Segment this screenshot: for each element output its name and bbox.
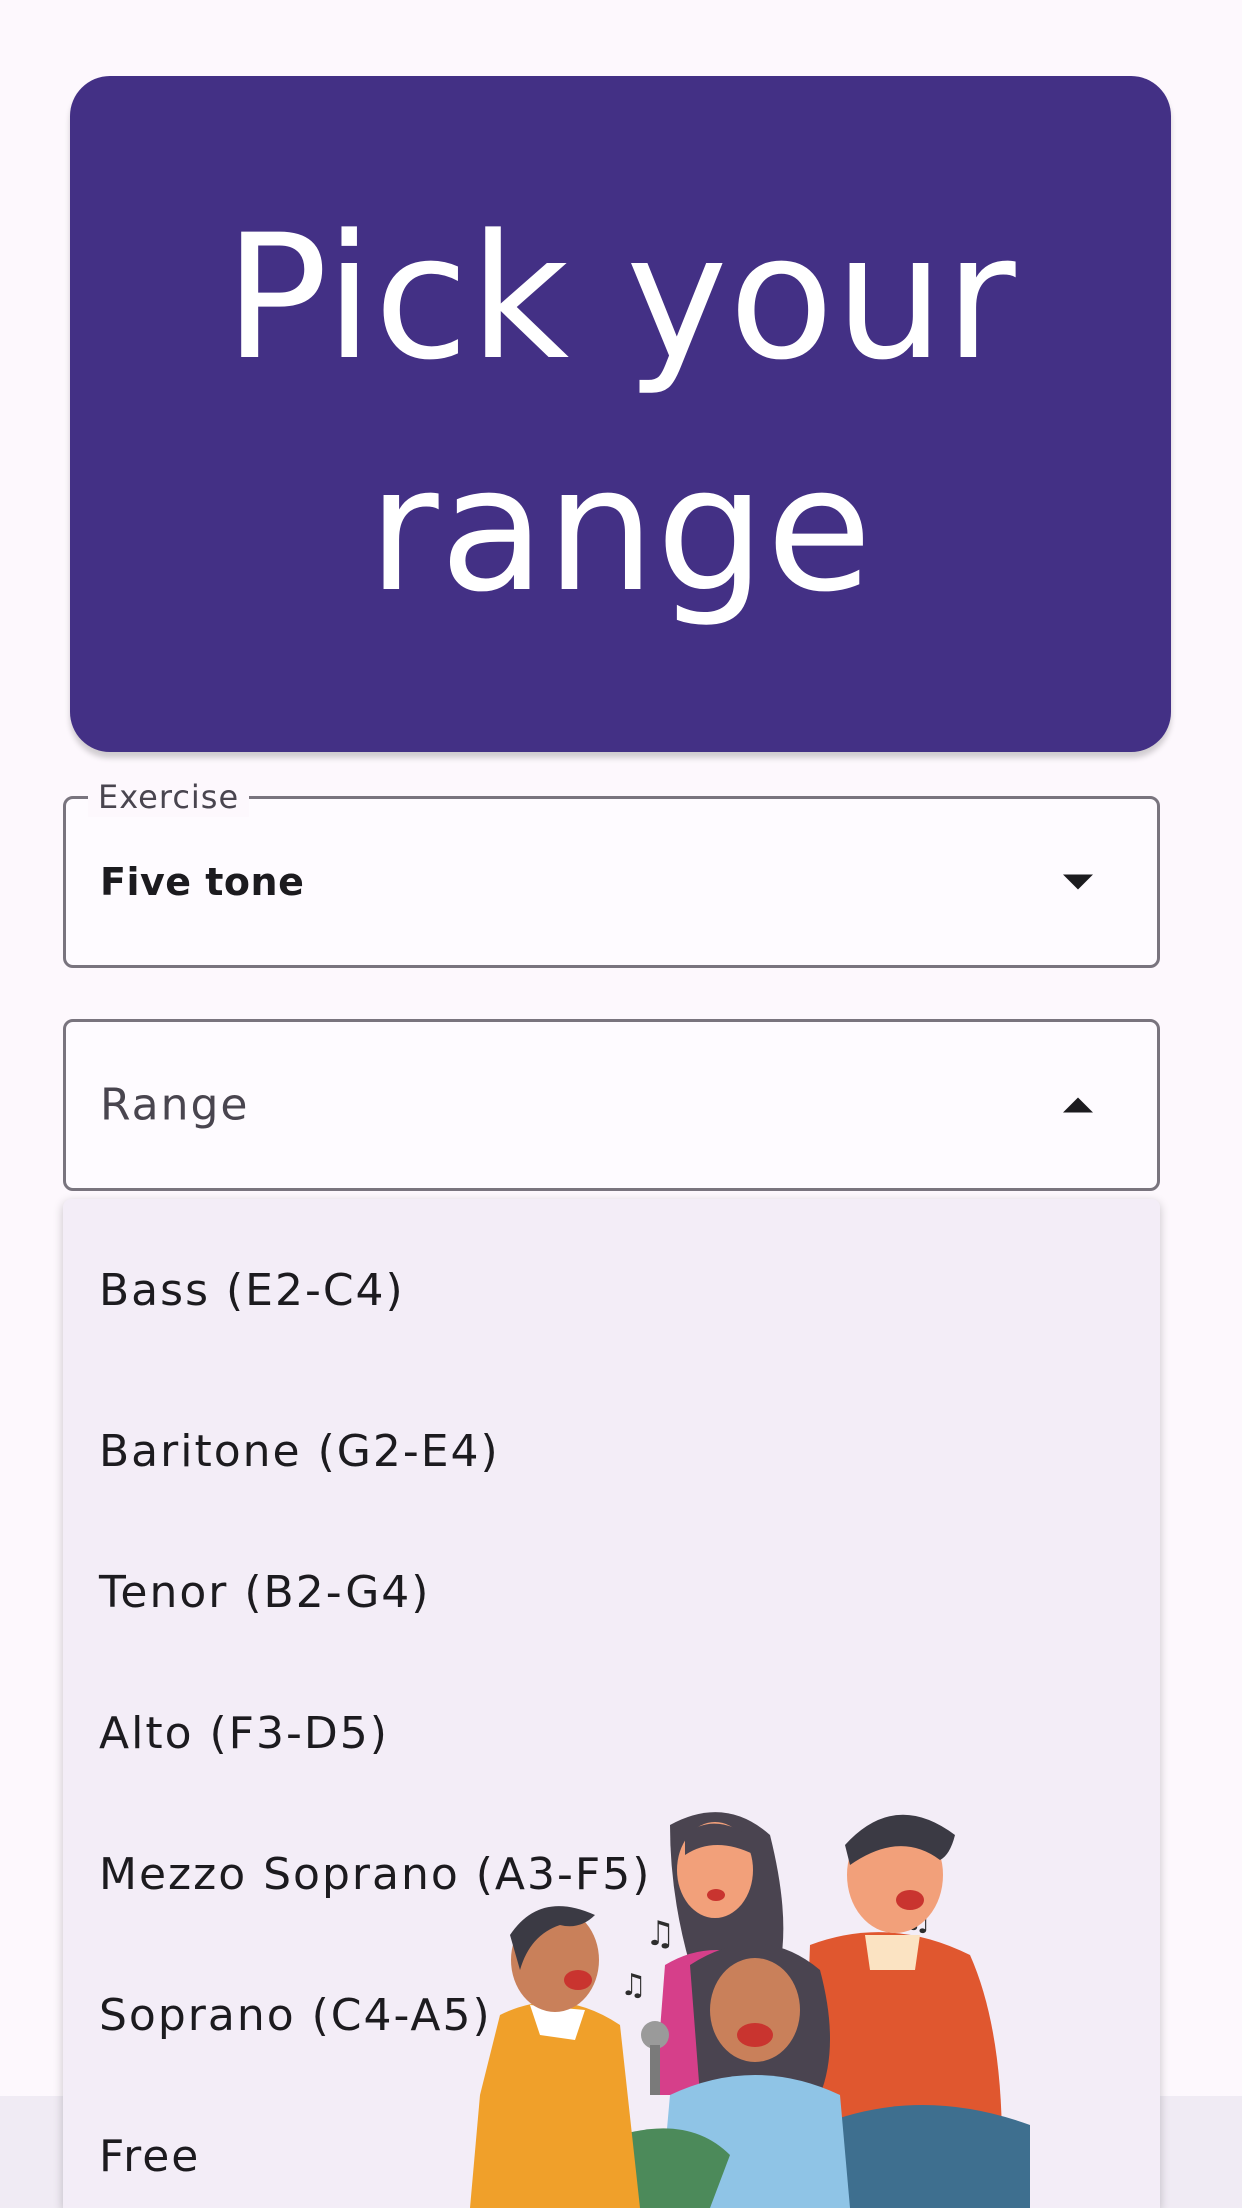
range-placeholder: Range: [100, 1079, 250, 1131]
menu-item-alto[interactable]: Alto (F3-D5): [63, 1663, 1160, 1804]
arrow-drop-down-icon: [1063, 874, 1093, 890]
arrow-drop-up-icon: [1063, 1097, 1093, 1113]
exercise-dropdown[interactable]: Exercise Five tone: [63, 777, 1160, 968]
svg-text:♫: ♫: [620, 1968, 647, 2003]
menu-item-bass[interactable]: Bass (E2-C4): [63, 1199, 1160, 1381]
title-card: Pick your range: [70, 76, 1171, 752]
page-title: Pick your range: [224, 197, 1017, 630]
singers-illustration: ♫ ♫ ♪ ♫: [470, 1812, 1030, 2208]
svg-text:♫: ♫: [645, 1914, 675, 1954]
range-dropdown[interactable]: Range: [63, 1019, 1160, 1191]
exercise-label: Exercise: [88, 777, 250, 817]
menu-item-baritone[interactable]: Baritone (G2-E4): [63, 1381, 1160, 1522]
menu-item-tenor[interactable]: Tenor (B2-G4): [63, 1522, 1160, 1663]
exercise-value: Five tone: [100, 860, 305, 904]
